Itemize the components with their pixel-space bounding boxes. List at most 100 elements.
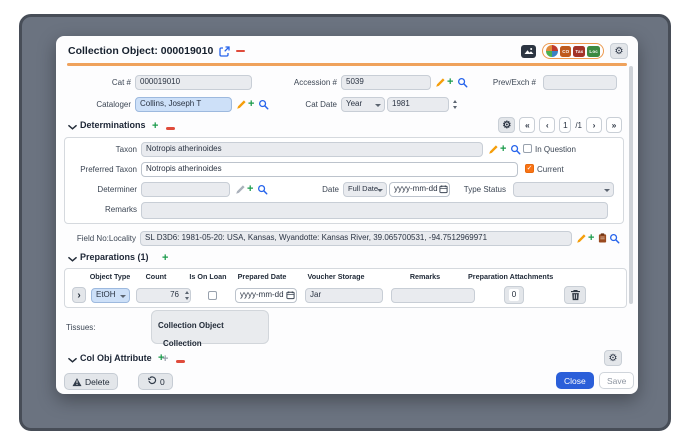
- close-button[interactable]: Close: [556, 372, 594, 389]
- in-question-checkbox[interactable]: [523, 144, 532, 153]
- column-header: Prepared Date: [236, 272, 288, 281]
- add-icon[interactable]: [500, 144, 506, 155]
- search-icon[interactable]: [609, 233, 620, 244]
- attachments-count: 0: [509, 289, 519, 301]
- taxon-table-icon[interactable]: Tax: [573, 46, 585, 57]
- determination-settings-gear-icon[interactable]: [498, 117, 515, 133]
- history-undo-icon: [146, 376, 157, 387]
- search-icon[interactable]: [510, 144, 521, 155]
- edit-pencil-icon[interactable]: [488, 144, 499, 155]
- form-settings-gear-icon[interactable]: [610, 43, 628, 59]
- determiner-input[interactable]: [141, 182, 230, 197]
- count-input[interactable]: 76: [136, 288, 191, 303]
- preferred-taxon-input[interactable]: Notropis atherinoides: [141, 162, 518, 177]
- cat-date-label: Cat Date: [256, 97, 337, 113]
- col-obj-attribute-section-title: Col Obj Attribute: [80, 353, 152, 363]
- tab-collection-object[interactable]: Collection Object: [158, 321, 224, 330]
- edit-pencil-disabled-icon[interactable]: [235, 184, 246, 195]
- determination-remarks-label: Remarks: [76, 202, 137, 218]
- column-header: Remarks: [396, 272, 454, 281]
- cataloger-input[interactable]: Collins, Joseph T: [135, 97, 232, 112]
- attribute-settings-gear-icon[interactable]: [604, 350, 622, 366]
- preparations-section-title: Preparations (1): [80, 252, 149, 262]
- collection-object-dialog: Collection Object: 000019010 CO Tax Loc …: [56, 36, 638, 394]
- determination-remarks-textarea[interactable]: [141, 202, 608, 219]
- date-precision-select[interactable]: Full Date: [343, 182, 387, 197]
- cat-date-input[interactable]: 1981: [387, 97, 449, 112]
- column-header: Preparation Attachments: [468, 272, 538, 281]
- cat-number-input[interactable]: 000019010: [135, 75, 252, 90]
- determined-date-label: Date: [296, 182, 339, 198]
- taxon-input[interactable]: Notropis atherinoides: [141, 142, 483, 157]
- taxon-label: Taxon: [76, 142, 137, 158]
- number-stepper[interactable]: [452, 99, 459, 110]
- expand-row-button[interactable]: [72, 287, 86, 303]
- type-status-select[interactable]: [513, 182, 614, 197]
- determiner-label: Determiner: [76, 182, 137, 198]
- tissues-label: Tissues:: [66, 320, 126, 336]
- column-header: Object Type: [82, 272, 138, 281]
- add-attribute-icon[interactable]: [162, 354, 168, 365]
- chevron-down-icon[interactable]: [68, 357, 77, 364]
- related-tables-pill: CO Tax Loc: [542, 43, 604, 59]
- voucher-storage-input[interactable]: Jar: [305, 288, 383, 303]
- changes-count-button[interactable]: 0: [138, 373, 173, 390]
- remove-determination-icon[interactable]: [166, 127, 175, 130]
- dialog-title: Collection Object: 000019010: [68, 45, 213, 57]
- edit-pencil-icon[interactable]: [435, 77, 446, 88]
- locality-table-icon[interactable]: Loc: [587, 46, 600, 57]
- current-checkbox[interactable]: [525, 164, 534, 173]
- field-no-locality-input[interactable]: SL D3D6: 1981-05-20: USA, Kansas, Wyando…: [140, 231, 572, 246]
- determinations-section-title: Determinations: [80, 120, 146, 130]
- remove-attribute-icon[interactable]: [176, 360, 185, 363]
- delete-row-button[interactable]: [564, 286, 586, 304]
- column-header: Count: [136, 272, 176, 281]
- object-type-select[interactable]: EtOH: [91, 288, 130, 303]
- preparation-attachments-button[interactable]: 0: [504, 286, 524, 304]
- cat-date-type-select[interactable]: Year: [341, 97, 385, 112]
- collection-object-table-icon[interactable]: CO: [560, 46, 571, 57]
- chevron-down-icon[interactable]: [68, 124, 77, 131]
- remove-record-icon[interactable]: [236, 50, 245, 53]
- specify-network-icon[interactable]: [546, 45, 558, 57]
- prev-exch-input[interactable]: [543, 75, 617, 90]
- column-header: Voucher Storage: [304, 272, 368, 281]
- is-on-loan-checkbox[interactable]: [208, 291, 217, 300]
- page-number-input[interactable]: 1: [559, 117, 571, 133]
- tissues-subview: Collection Object Collection: [151, 310, 269, 344]
- last-page-button[interactable]: [606, 117, 622, 133]
- delete-button[interactable]: Delete: [64, 373, 118, 390]
- save-button[interactable]: Save: [599, 372, 634, 389]
- field-no-locality-label: Field No:Locality: [64, 231, 136, 247]
- image-icon[interactable]: [521, 45, 536, 58]
- add-icon[interactable]: [248, 99, 254, 110]
- prev-exch-label: Prev/Exch #: [456, 75, 536, 91]
- add-preparation-icon[interactable]: [162, 253, 168, 264]
- edit-pencil-icon[interactable]: [576, 233, 587, 244]
- vertical-scrollbar[interactable]: [629, 66, 633, 304]
- calendar-icon[interactable]: [439, 184, 448, 194]
- add-icon[interactable]: [247, 184, 253, 195]
- chevron-down-icon[interactable]: [68, 256, 77, 263]
- close-button-label: Close: [564, 376, 586, 386]
- add-determination-icon[interactable]: [152, 121, 158, 132]
- add-icon[interactable]: [588, 233, 594, 244]
- tab-collection[interactable]: Collection: [163, 339, 202, 348]
- search-icon[interactable]: [257, 184, 268, 195]
- count-stepper[interactable]: [184, 290, 191, 301]
- open-in-new-icon[interactable]: [219, 46, 230, 57]
- previous-page-button[interactable]: [539, 117, 555, 133]
- add-icon[interactable]: [447, 77, 453, 88]
- first-page-button[interactable]: [519, 117, 535, 133]
- titlebar-actions: CO Tax Loc: [521, 43, 628, 59]
- calendar-icon[interactable]: [286, 290, 295, 300]
- accession-input[interactable]: 5039: [341, 75, 431, 90]
- clipboard-icon[interactable]: [598, 232, 607, 244]
- cataloger-label: Cataloger: [76, 97, 131, 113]
- next-page-button[interactable]: [586, 117, 602, 133]
- accession-label: Accession #: [256, 75, 337, 91]
- warning-icon: [72, 377, 82, 387]
- edit-pencil-icon[interactable]: [236, 99, 247, 110]
- preparation-remarks-input[interactable]: [391, 288, 475, 303]
- preferred-taxon-label: Preferred Taxon: [64, 162, 137, 178]
